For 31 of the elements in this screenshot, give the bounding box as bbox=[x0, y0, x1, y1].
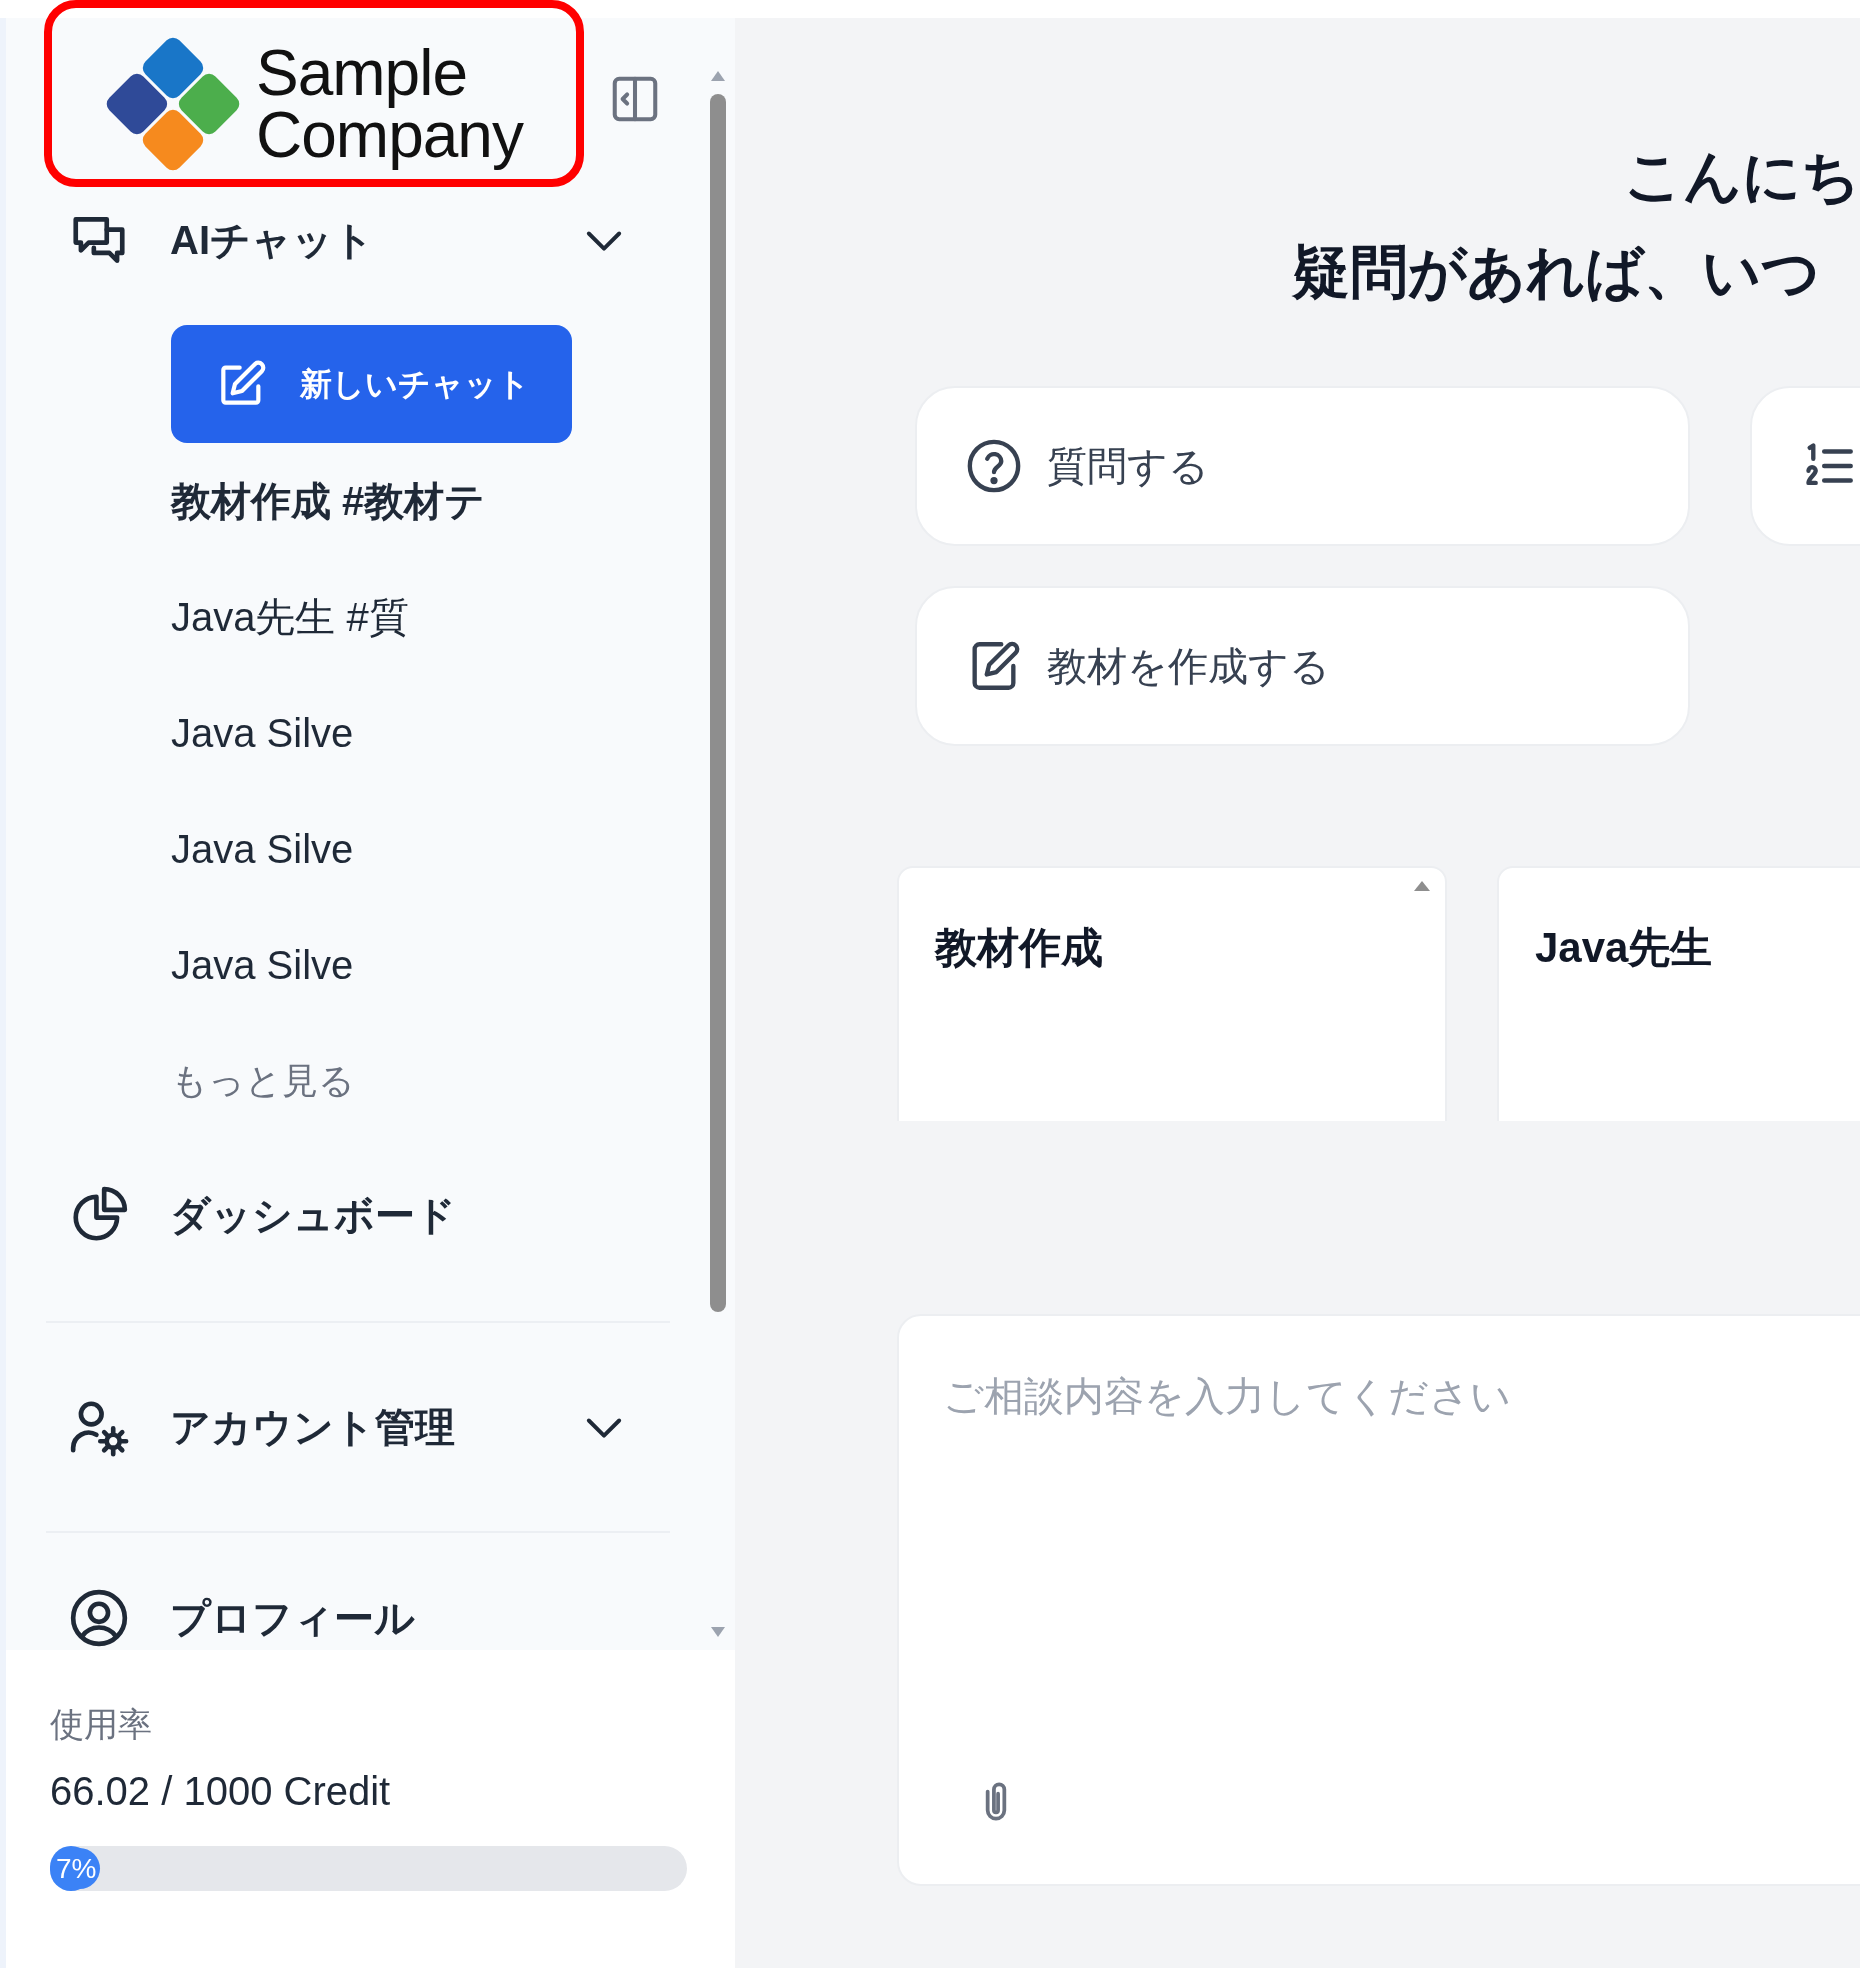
template-card[interactable]: 教材作成 bbox=[897, 866, 1447, 1121]
menu-section[interactable]: AIチャット bbox=[6, 190, 700, 290]
scroll-up-icon[interactable] bbox=[1413, 880, 1431, 892]
chat-history-item[interactable]: Java先生 #質 bbox=[171, 587, 409, 647]
scroll-down-icon[interactable] bbox=[709, 1626, 726, 1638]
chat-history-item[interactable]: Java Silve bbox=[171, 935, 354, 995]
new-chat-button[interactable]: 新しいチャット bbox=[171, 325, 572, 443]
suggestion-card[interactable]: 教材を作成する bbox=[915, 586, 1690, 746]
menu-label: プロフィール bbox=[170, 1595, 415, 1642]
message-input-field[interactable]: ご相談内容を入力してください bbox=[943, 1366, 1843, 1426]
more-link[interactable]: もっと見る bbox=[171, 1054, 355, 1108]
greeting-text: こんにち bbox=[1624, 142, 1860, 210]
greeting-text: 疑問があれば、いつ bbox=[1292, 238, 1820, 306]
chat-history-item[interactable]: Java Silve bbox=[171, 703, 354, 763]
scroll-up-icon[interactable] bbox=[709, 70, 726, 82]
menu-section[interactable]: アカウント管理 bbox=[6, 1323, 700, 1531]
menu-label: アカウント管理 bbox=[170, 1404, 455, 1451]
menu-label: AIチャット bbox=[170, 217, 374, 264]
suggestion-card[interactable]: 質問する bbox=[915, 386, 1690, 546]
question-circle-icon bbox=[965, 437, 1023, 495]
credit-text: 66.02 / 1000 Credit bbox=[50, 1768, 391, 1815]
usage-label: 使用率 bbox=[50, 1704, 152, 1745]
template-card[interactable]: Java先生 bbox=[1497, 866, 1860, 1121]
template-title: Java先生 bbox=[1535, 924, 1713, 971]
menu-item[interactable]: ダッシュボード bbox=[6, 1139, 700, 1291]
menu-item[interactable]: プロフィール bbox=[6, 1533, 700, 1650]
menu-label: ダッシュボード bbox=[170, 1192, 456, 1239]
user-circle-icon bbox=[68, 1587, 130, 1649]
template-title: 教材作成 bbox=[935, 924, 1103, 971]
chat-history-item[interactable]: 教材作成 #教材テ bbox=[171, 471, 486, 531]
chat-history-item[interactable]: Java Silve bbox=[171, 819, 354, 879]
